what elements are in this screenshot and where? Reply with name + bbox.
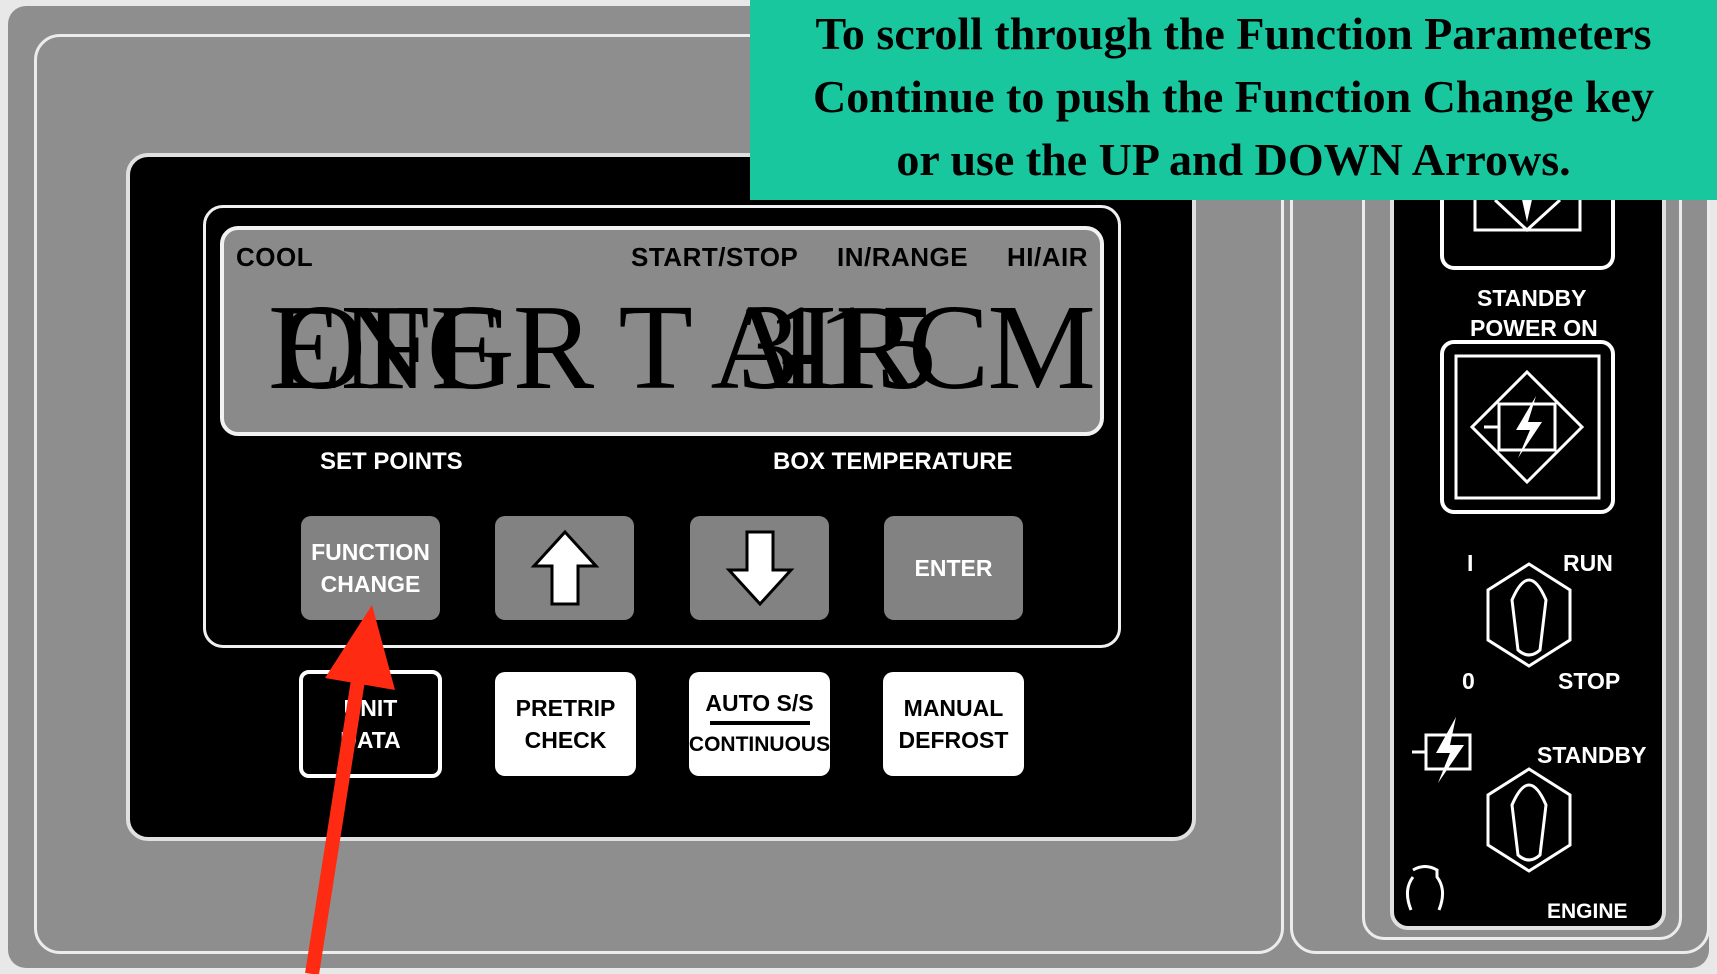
pointer-arrow-icon	[305, 605, 395, 974]
